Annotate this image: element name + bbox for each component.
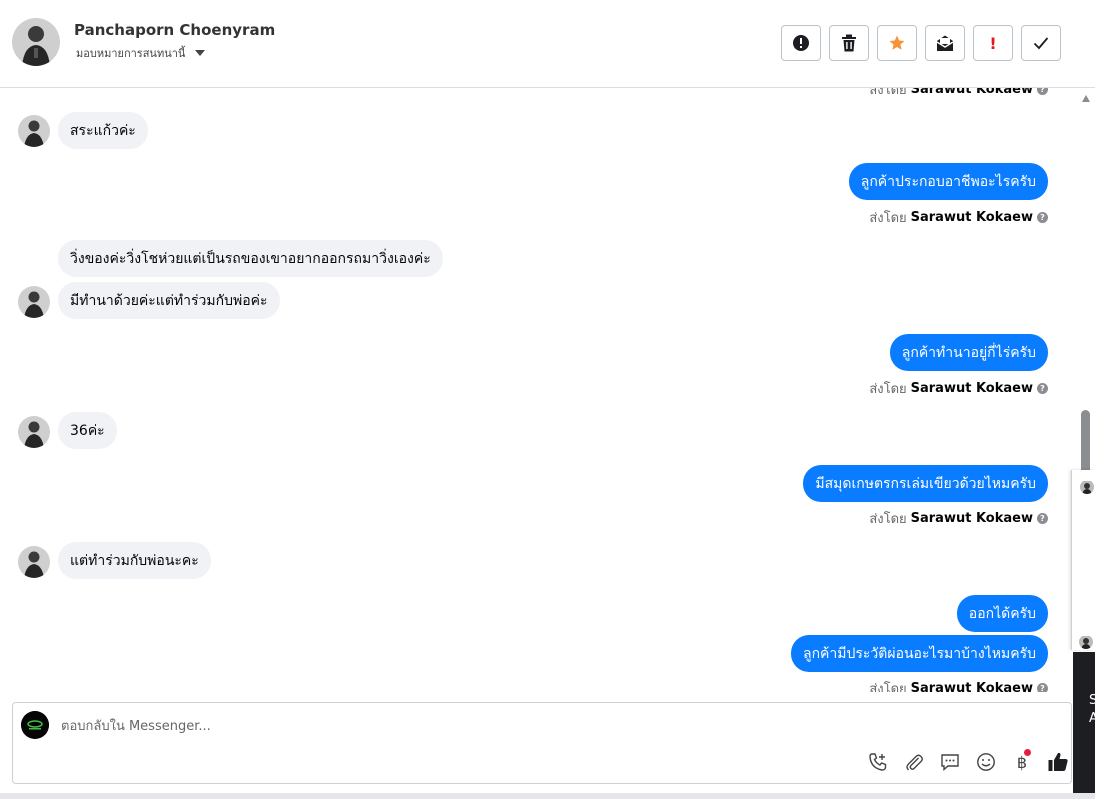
- side-popup-text: S A: [1089, 693, 1095, 726]
- check-icon: [1033, 37, 1049, 50]
- message-thread[interactable]: ส่งโดย Sarawut Kokaew ? สระแก้วค่ะ ลูกค้…: [0, 88, 1078, 692]
- envelope-icon: [936, 35, 954, 51]
- trash-icon: [842, 34, 856, 52]
- contact-message-avatar[interactable]: [18, 286, 50, 318]
- notification-dot: [1024, 749, 1031, 756]
- delete-button[interactable]: [829, 25, 869, 61]
- contact-message-avatar[interactable]: [18, 546, 50, 578]
- done-button[interactable]: [1021, 25, 1061, 61]
- mini-avatar: [1080, 480, 1094, 494]
- bottom-bar: [0, 793, 1095, 799]
- help-icon[interactable]: ?: [1037, 212, 1048, 223]
- spam-alert-button[interactable]: [781, 25, 821, 61]
- side-dark-popup[interactable]: S A: [1073, 652, 1095, 799]
- side-card[interactable]: [1071, 470, 1095, 650]
- page-avatar: [21, 711, 49, 739]
- composer-tools: ฿: [867, 749, 1069, 773]
- side-panel-peek[interactable]: S A: [1071, 470, 1095, 799]
- scroll-up-arrow-icon[interactable]: [1082, 95, 1090, 102]
- outgoing-message[interactable]: ออกได้ครับ: [956, 595, 1048, 632]
- follow-up-button[interactable]: !: [973, 25, 1013, 61]
- sent-by-label: ส่งโดย Sarawut Kokaew ?: [869, 508, 1048, 529]
- incoming-message[interactable]: สระแก้วค่ะ: [58, 112, 148, 149]
- outgoing-message[interactable]: ลูกค้าทำนาอยู่กี่ไร่ครับ: [889, 334, 1048, 371]
- emoji-icon[interactable]: [975, 751, 997, 773]
- attachment-icon[interactable]: [903, 751, 925, 773]
- sent-by-label: ส่งโดย Sarawut Kokaew ?: [869, 378, 1048, 399]
- help-icon[interactable]: ?: [1037, 383, 1048, 394]
- outgoing-message[interactable]: ลูกค้าประกอบอาชีพอะไรครับ: [848, 163, 1048, 200]
- mini-avatar: [1079, 635, 1093, 649]
- help-icon[interactable]: ?: [1037, 513, 1048, 524]
- outgoing-message[interactable]: มีสมุดเกษตรกรเล่มเขียวด้วยไหมครับ: [803, 465, 1048, 502]
- caret-down-icon: [195, 50, 206, 56]
- thumbs-up-icon[interactable]: [1047, 751, 1069, 773]
- conversation-actions: !: [781, 25, 1061, 61]
- outgoing-message[interactable]: ลูกค้ามีประวัติผ่อนอะไรมาบ้างไหมครับ: [790, 635, 1048, 672]
- mark-unread-button[interactable]: [925, 25, 965, 61]
- baht-icon[interactable]: ฿: [1011, 749, 1033, 773]
- contact-name[interactable]: Panchaporn Choenyram: [74, 21, 275, 39]
- reply-composer: ฿: [12, 702, 1072, 784]
- alert-circle-icon: [793, 35, 809, 51]
- sent-by-label: ส่งโดย Sarawut Kokaew ?: [869, 207, 1048, 228]
- sent-by-label: ส่งโดย Sarawut Kokaew ?: [869, 678, 1048, 692]
- sent-by-label: ส่งโดย Sarawut Kokaew ?: [869, 88, 1048, 100]
- contact-message-avatar[interactable]: [18, 115, 50, 147]
- star-icon: [889, 35, 905, 50]
- incoming-message[interactable]: 36ค่ะ: [58, 412, 117, 449]
- call-add-icon[interactable]: [867, 751, 889, 773]
- help-icon[interactable]: ?: [1037, 88, 1048, 95]
- assign-conversation-dropdown[interactable]: มอบหมายการสนทนานี้: [76, 44, 206, 62]
- assign-label: มอบหมายการสนทนานี้: [76, 47, 186, 60]
- star-button[interactable]: [877, 25, 917, 61]
- saved-reply-icon[interactable]: [939, 751, 961, 773]
- incoming-message[interactable]: มีทำนาด้วยค่ะแต่ทำร่วมกับพ่อค่ะ: [58, 282, 280, 319]
- help-icon[interactable]: ?: [1037, 683, 1048, 692]
- incoming-message[interactable]: วิ่งของค่ะวิ่งโชห่วยแต่เป็นรถของเขาอยากอ…: [58, 240, 443, 277]
- reply-input[interactable]: [61, 715, 761, 737]
- contact-message-avatar[interactable]: [18, 416, 50, 448]
- conversation-header: Panchaporn Choenyram มอบหมายการสนทนานี้: [0, 0, 1095, 88]
- exclamation-icon: !: [989, 33, 997, 53]
- incoming-message[interactable]: แต่ทำร่วมกับพ่อนะคะ: [58, 542, 211, 579]
- contact-avatar[interactable]: [12, 18, 60, 66]
